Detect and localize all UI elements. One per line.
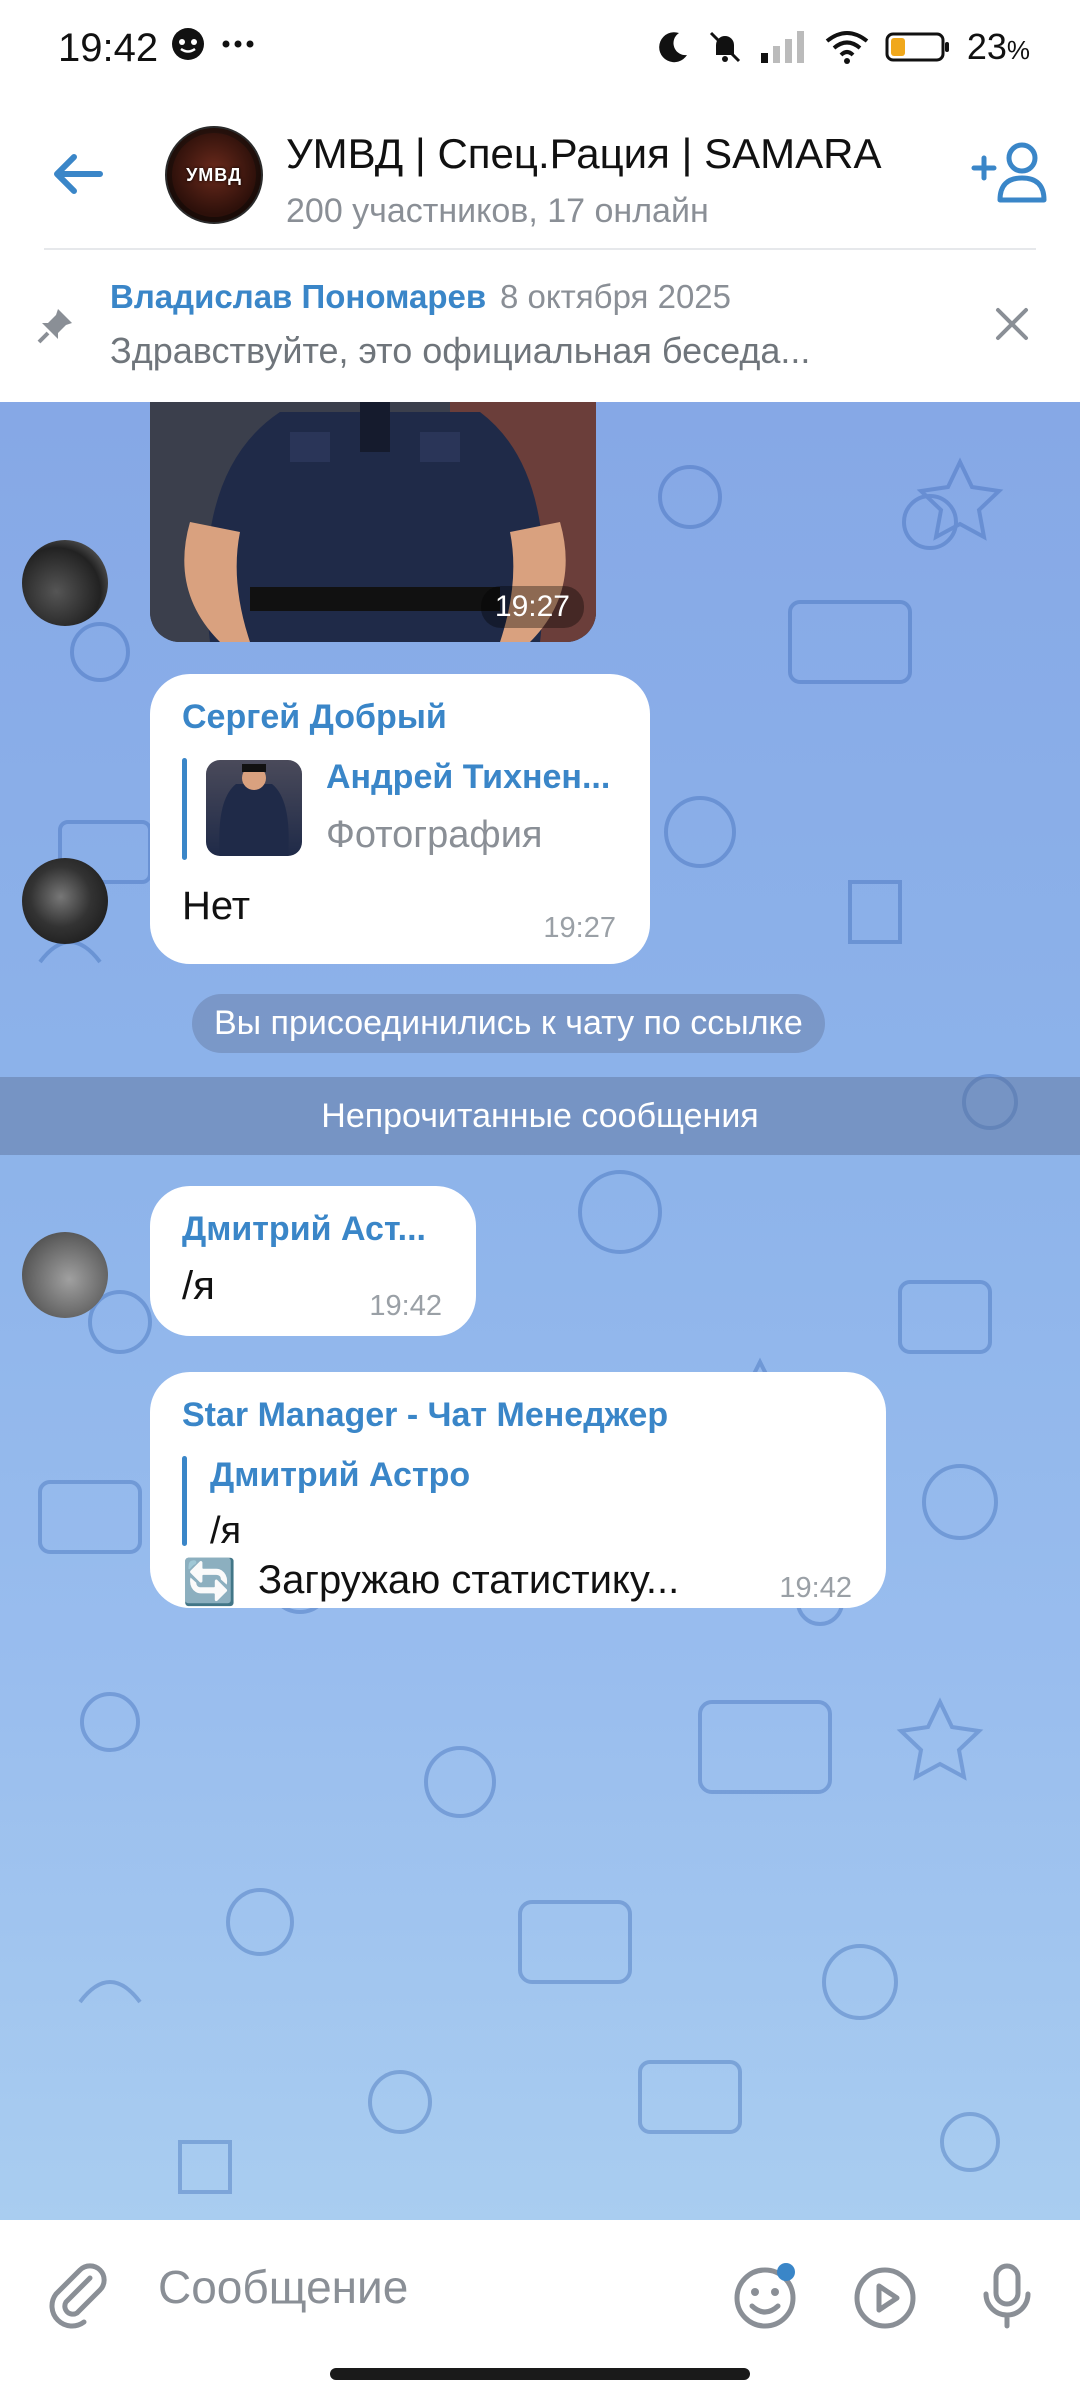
chat-avatar[interactable]: УМВД bbox=[165, 126, 263, 224]
message-text: Загружаю статистику... bbox=[258, 1558, 680, 1602]
message-time: 19:27 bbox=[543, 912, 616, 944]
message-text: Нет bbox=[182, 884, 251, 928]
chat-title[interactable]: УМВД | Спец.Рация | SAMARA bbox=[286, 130, 881, 178]
wifi-icon bbox=[825, 31, 869, 64]
more-icon bbox=[222, 40, 254, 48]
status-right-icons: 23% bbox=[655, 26, 1030, 68]
unread-messages-divider: Непрочитанные сообщения bbox=[0, 1077, 1080, 1155]
message-time: 19:42 bbox=[369, 1290, 442, 1322]
reply-bar bbox=[182, 758, 187, 860]
reply-thumbnail bbox=[206, 760, 302, 856]
pinned-message[interactable]: Владислав Пономарев 8 октября 2025 Здрав… bbox=[0, 250, 1080, 402]
sender-avatar[interactable] bbox=[22, 858, 108, 944]
moon-icon bbox=[659, 32, 687, 63]
back-arrow-icon[interactable] bbox=[44, 140, 112, 208]
pinned-author: Владислав Пономарев bbox=[110, 278, 487, 315]
photo-time: 19:27 bbox=[480, 586, 584, 628]
message-text: /я bbox=[182, 1264, 215, 1308]
attach-icon[interactable] bbox=[44, 2260, 114, 2330]
chat-header: УМВД УМВД | Спец.Рация | SAMARA 200 учас… bbox=[0, 100, 1080, 250]
close-icon[interactable] bbox=[990, 302, 1034, 346]
chat-members-count: 200 участников, 17 онлайн bbox=[286, 192, 709, 230]
reply-author: Андрей Тихнен... bbox=[326, 758, 611, 796]
sender-name[interactable]: Сергей Добрый bbox=[182, 698, 447, 737]
message-input[interactable]: Сообщение bbox=[158, 2260, 408, 2314]
message-time: 19:42 bbox=[779, 1572, 852, 1604]
add-user-icon[interactable] bbox=[970, 138, 1050, 208]
photo-message[interactable]: 19:27 bbox=[150, 402, 596, 642]
avatar-logo-text: УМВД bbox=[186, 164, 242, 185]
battery-percent: 23% bbox=[966, 26, 1030, 67]
loading-emoji-icon: 🔄 bbox=[182, 1558, 237, 1607]
service-message: Вы присоединились к чату по ссылке bbox=[192, 994, 825, 1053]
status-left-icons bbox=[170, 26, 256, 62]
sender-avatar[interactable] bbox=[22, 1232, 108, 1318]
pinned-text: Здравствуйте, это официальная беседа... bbox=[110, 330, 811, 371]
reply-text: /я bbox=[210, 1510, 242, 1552]
reply-bar bbox=[182, 1456, 187, 1546]
reply-text: Фотография bbox=[326, 814, 543, 856]
pinned-date: 8 октября 2025 bbox=[500, 278, 731, 315]
chat-area[interactable]: 19:27 Сергей Добрый Андрей Тихнен... Фот… bbox=[0, 402, 1080, 2220]
pin-icon bbox=[37, 309, 72, 344]
mute-icon bbox=[709, 31, 740, 63]
chat-bubble-icon bbox=[172, 28, 204, 60]
message-bubble[interactable]: Сергей Добрый Андрей Тихнен... Фотографи… bbox=[150, 674, 650, 964]
reply-author: Дмитрий Астро bbox=[210, 1456, 471, 1494]
sender-avatar[interactable] bbox=[22, 540, 108, 626]
gesture-nav-handle[interactable] bbox=[330, 2368, 750, 2380]
microphone-icon[interactable] bbox=[972, 2260, 1042, 2330]
signal-icon bbox=[760, 31, 804, 63]
status-bar: 19:42 23% bbox=[0, 0, 1080, 100]
video-message-icon[interactable] bbox=[850, 2260, 920, 2330]
sender-name[interactable]: Star Manager - Чат Менеджер bbox=[182, 1396, 668, 1435]
emoji-icon[interactable] bbox=[730, 2260, 800, 2330]
message-bubble[interactable]: Star Manager - Чат Менеджер Дмитрий Астр… bbox=[150, 1372, 886, 1608]
message-bubble[interactable]: Дмитрий Аст... /я 19:42 bbox=[150, 1186, 476, 1336]
sender-name[interactable]: Дмитрий Аст... bbox=[182, 1210, 426, 1249]
battery-icon bbox=[885, 32, 949, 62]
status-time: 19:42 bbox=[58, 26, 159, 70]
